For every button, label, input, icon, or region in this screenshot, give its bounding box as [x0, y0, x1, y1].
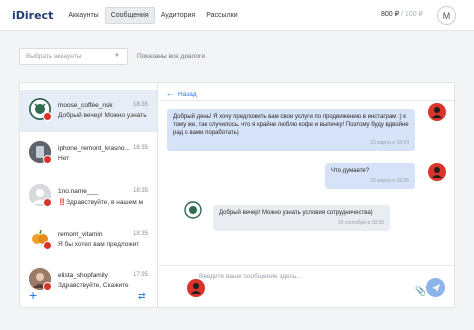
avatar	[187, 279, 205, 297]
nav-audience[interactable]: Аудитория	[156, 8, 200, 23]
dialog-time: 18:35	[132, 231, 148, 237]
balance: 800 ₽ / 100 ₽	[381, 10, 423, 18]
message-timestamp: 23 марта в 18:35	[370, 178, 409, 184]
dialogs-status-text: Показаны все диалоги	[137, 53, 206, 60]
avatar	[184, 201, 202, 219]
avatar	[428, 103, 446, 121]
dialog-preview: Добрый вечер! Можно узнать	[58, 112, 147, 119]
dialog-preview: Я бы хотел вам предложит	[58, 241, 140, 248]
message-text: Добрый вечер! Можно узнать условия сотру…	[219, 210, 373, 216]
message-bubble-outgoing: Добрый день! Я хочу предложить вам свои …	[167, 109, 415, 151]
dialog-list-footer: + ⇄	[20, 287, 157, 307]
dialog-time: 18:35	[132, 145, 148, 151]
bonus-amount: 100 ₽	[404, 11, 423, 18]
dialog-name: remont_vitamin	[58, 231, 103, 238]
dialog-time: 18:35	[132, 102, 148, 108]
dialog-time: 17:35	[132, 272, 148, 278]
dialog-item[interactable]: iphone_remont_krasno... 18:35 Нет	[20, 133, 157, 175]
send-button[interactable]	[426, 278, 445, 297]
dialog-item[interactable]: 1no.name___ 18:35 ‼️Здравствуйте, в наше…	[20, 176, 157, 218]
dialog-preview: Нет	[58, 155, 70, 162]
dialog-preview: ‼️Здравствуйте, в нашем м	[58, 199, 144, 206]
messages-panel: moose_coffee_nsk 18:35 Добрый вечер! Мож…	[19, 82, 455, 308]
paperclip-icon[interactable]: 📎	[415, 286, 426, 297]
dialog-item[interactable]: moose_coffee_nsk 18:35 Добрый вечер! Мож…	[20, 90, 157, 132]
send-icon	[431, 283, 440, 292]
divider	[159, 100, 454, 101]
message-text: Что думаете?	[331, 168, 370, 174]
dialog-list: moose_coffee_nsk 18:35 Добрый вечер! Мож…	[20, 83, 158, 307]
divider	[159, 265, 454, 266]
instagram-badge	[43, 155, 52, 164]
dialog-name: iphone_remont_krasno...	[58, 145, 130, 152]
dialog-time: 18:35	[132, 188, 148, 194]
instagram-badge	[43, 241, 52, 250]
instagram-badge	[43, 198, 52, 207]
chevron-down-icon: ▼	[114, 53, 120, 59]
nav-accounts[interactable]: Аккаунты	[63, 8, 103, 23]
nav-mailings[interactable]: Рассылки	[201, 8, 242, 23]
back-label: Назад	[178, 91, 197, 98]
nav-messages[interactable]: Сообщения	[104, 6, 155, 24]
chat-window: ← Назад Добрый день! Я хочу предложить ва…	[159, 83, 454, 307]
accounts-select[interactable]: Выбрать аккаунты ▼	[19, 48, 128, 65]
message-bubble-outgoing: Что думаете? 23 марта в 18:35	[325, 163, 415, 189]
back-button[interactable]: ← Назад	[166, 89, 197, 98]
user-avatar[interactable]: M	[437, 6, 456, 25]
plus-icon[interactable]: +	[29, 288, 37, 302]
logo[interactable]: iDirect	[12, 9, 53, 22]
instagram-badge	[43, 112, 52, 121]
message-bubble-incoming: Добрый вечер! Можно узнать условия сотру…	[213, 205, 390, 231]
accounts-select-placeholder: Выбрать аккаунты	[26, 53, 82, 60]
message-timestamp: 23 марта в 18:34	[370, 140, 409, 146]
message-text: Добрый день! Я хочу предложить вам свои …	[173, 114, 409, 136]
dialog-name: elista_shopfamily	[58, 272, 108, 279]
message-input[interactable]: Введите ваше сообщение здесь...	[199, 273, 302, 280]
dialog-name: moose_coffee_nsk	[58, 102, 113, 109]
avatar	[428, 163, 446, 181]
arrow-left-icon: ←	[166, 89, 174, 98]
top-bar: iDirect Аккаунты Сообщения Аудитория Рас…	[0, 0, 474, 31]
message-timestamp: 19 сентября в 18:35	[337, 220, 384, 226]
swap-icon[interactable]: ⇄	[138, 291, 146, 302]
balance-amount: 800 ₽	[381, 11, 400, 18]
dialog-name: 1no.name___	[58, 188, 98, 195]
dialog-item[interactable]: remont_vitamin 18:35 Я бы хотел вам пред…	[20, 219, 157, 261]
